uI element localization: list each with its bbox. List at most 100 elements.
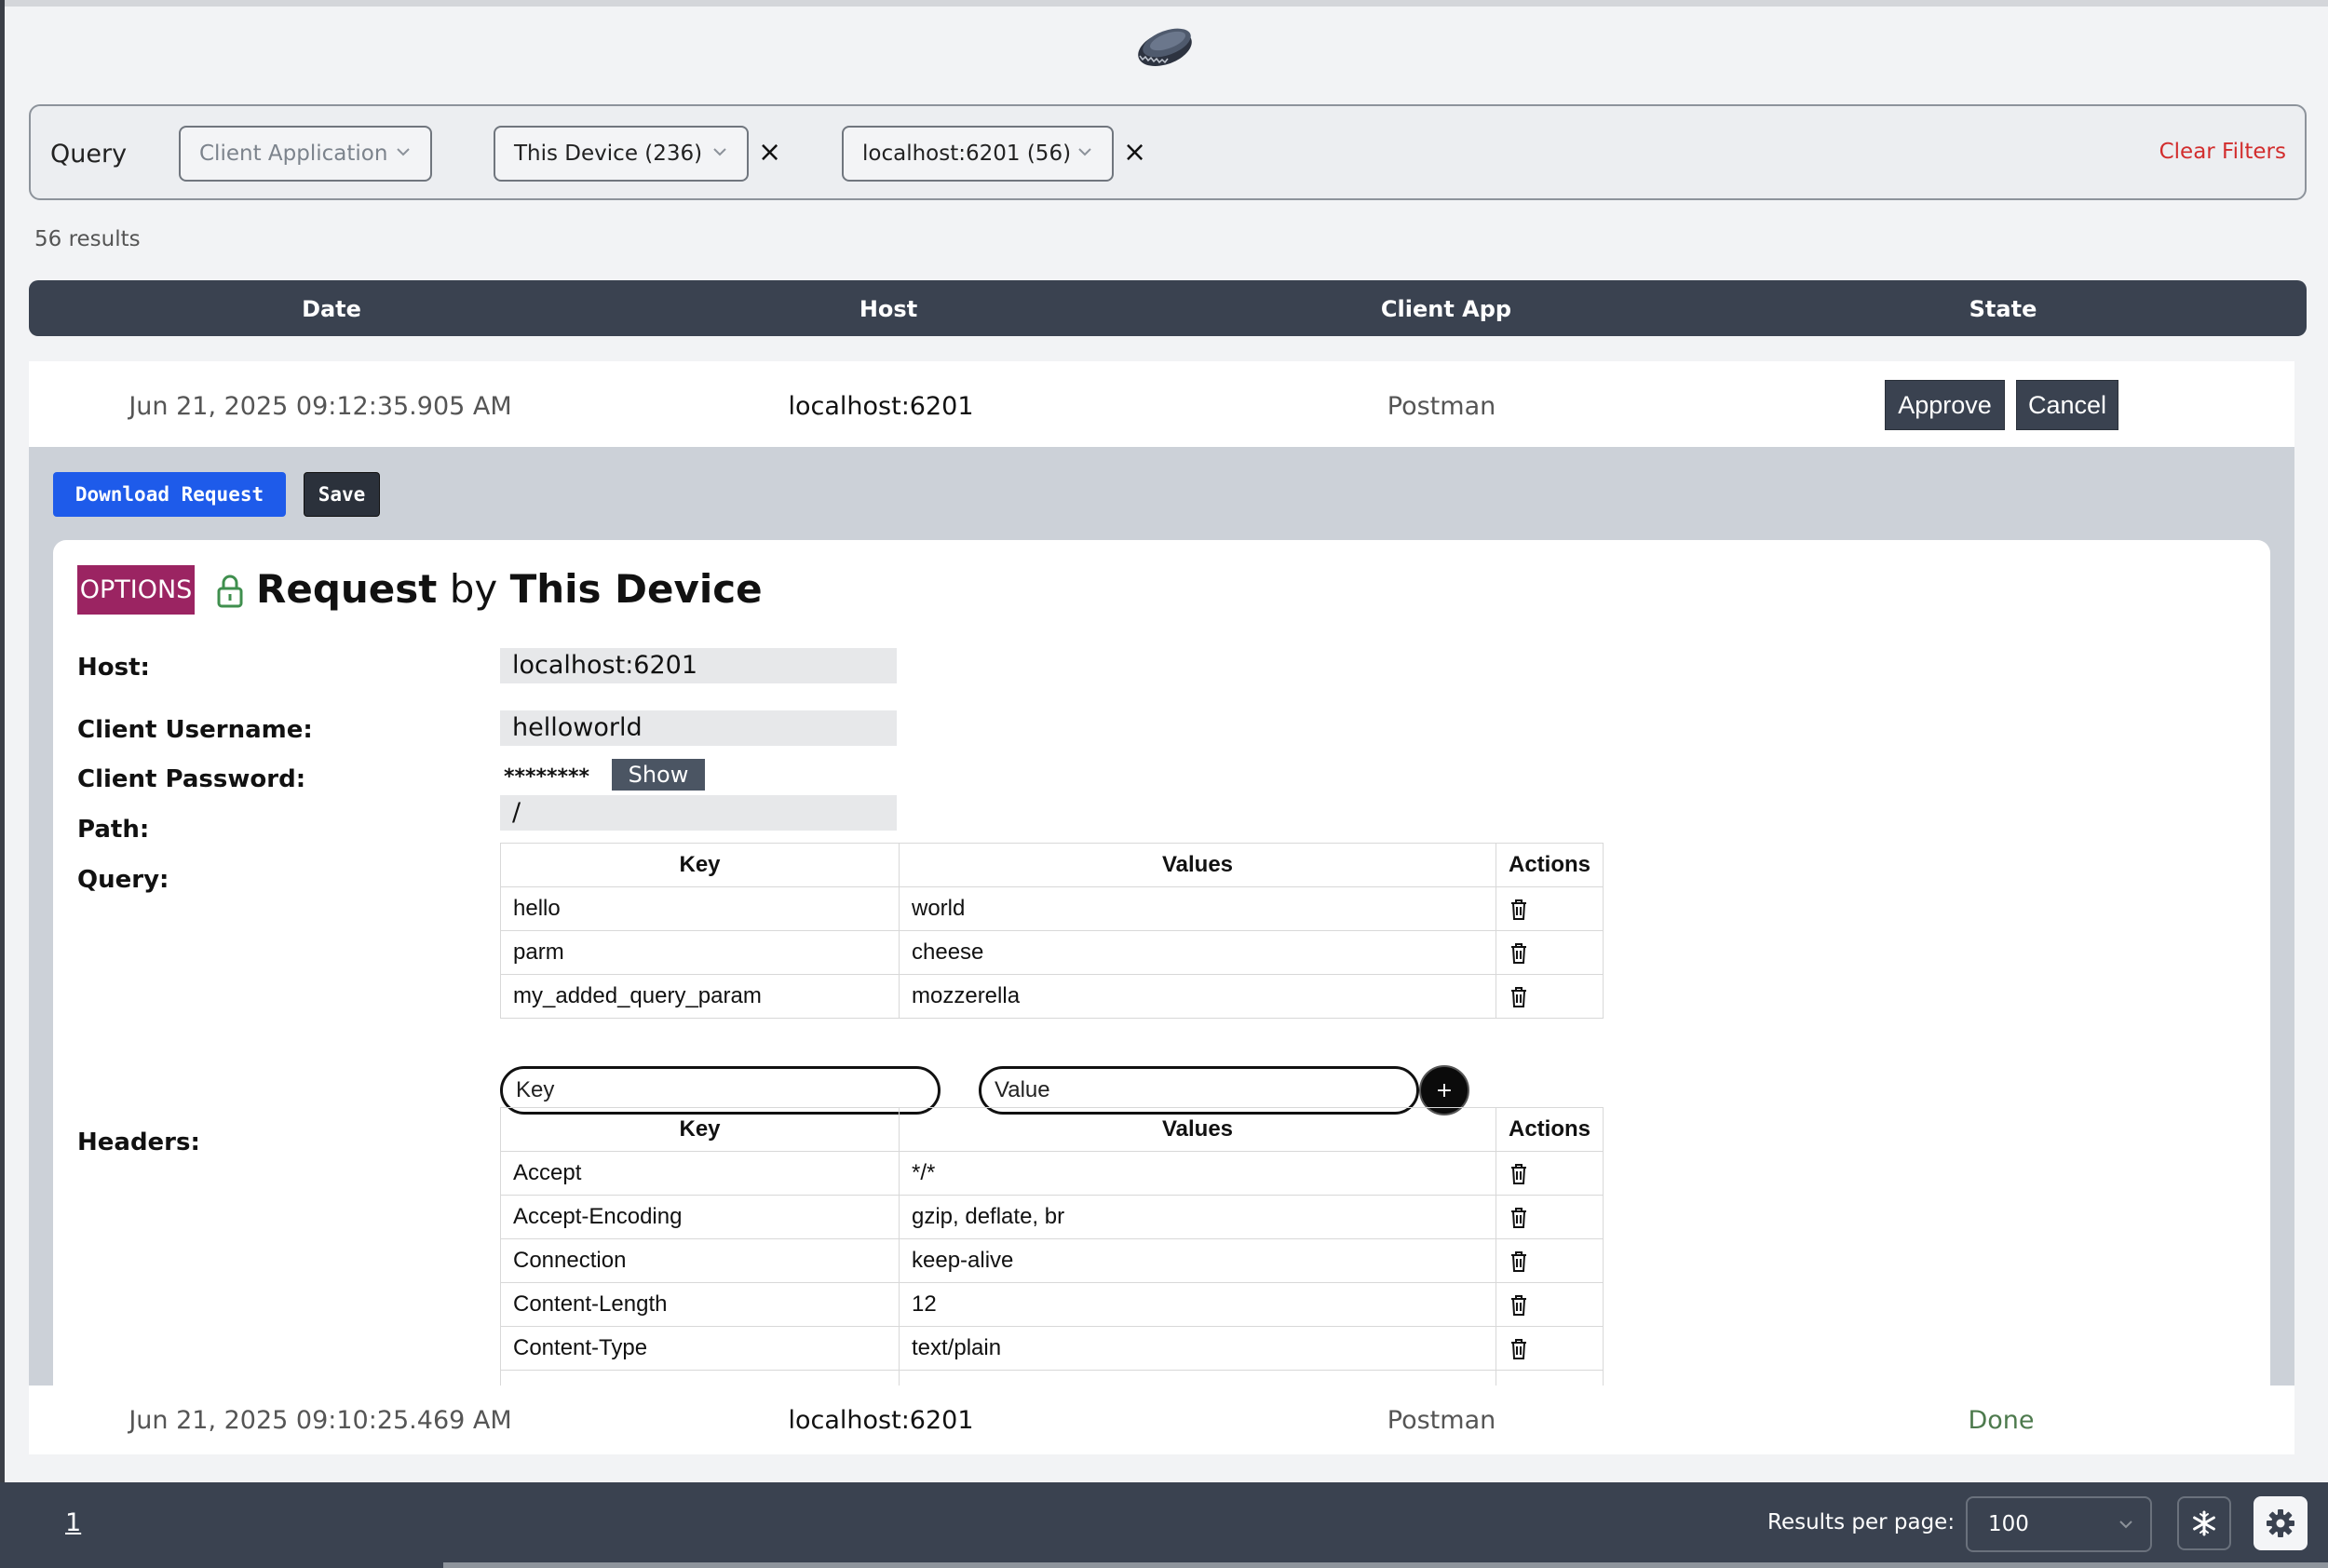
param-key[interactable]: parm [500,930,900,975]
pagination-footer: 1 Results per page: 100 [0,1482,2328,1568]
column-header-client-app[interactable]: Client App [1381,296,1511,322]
trash-icon[interactable] [1509,1338,1528,1360]
client-username-label: Client Username: [77,716,313,744]
headers-label: Headers: [77,1129,200,1156]
header-value[interactable]: */* [899,1151,1496,1196]
table-row: Content-Type text/plain [500,1326,1604,1371]
trash-icon[interactable] [1509,986,1528,1008]
row-actions [1496,1238,1604,1283]
results-per-page-value: 100 [1988,1512,2029,1536]
settings-button[interactable] [2254,1496,2308,1550]
header-value[interactable]: text/plain [899,1326,1496,1371]
save-button[interactable]: Save [304,472,380,517]
host-filter[interactable]: localhost:6201 (56) [842,126,1114,182]
table-row[interactable]: Jun 21, 2025 09:10:25.469 AM localhost:6… [29,1386,2294,1454]
client-username-field[interactable]: helloworld [500,710,897,746]
host-label: Host: [77,654,150,682]
row-state: Done [1968,1406,2035,1435]
freeze-button[interactable] [2177,1496,2231,1550]
param-value[interactable]: mozzerella [899,974,1496,1019]
clear-filters-link[interactable]: Clear Filters [2159,140,2286,164]
column-header-actions: Actions [1496,1107,1604,1152]
method-badge: OPTIONS [77,565,195,615]
request-title: Request by This Device [256,566,763,612]
request-title-by: by [449,566,498,612]
client-application-filter[interactable]: Client Application [179,126,432,182]
table-row-partial [500,1370,1604,1386]
lock-open-icon [217,574,243,608]
trash-icon[interactable] [1509,1250,1528,1273]
results-count: 56 results [34,227,141,251]
path-field[interactable]: / [500,795,897,831]
header-key[interactable]: Connection [500,1238,900,1283]
table-row[interactable]: Jun 21, 2025 09:12:35.905 AM localhost:6… [29,361,2294,447]
snowflake-icon [2193,1510,2215,1536]
trash-icon[interactable] [1509,1207,1528,1229]
column-header-key: Key [500,843,900,887]
approve-button[interactable]: Approve [1885,380,2005,430]
request-title-word: Request [256,566,438,612]
bottle-cap-icon [1138,28,1192,66]
table-row: parm cheese [500,930,1604,975]
row-actions [1496,886,1604,931]
window-left-edge [0,0,5,1568]
header-key[interactable]: Content-Length [500,1282,900,1327]
filter-label: This Device (236) [514,142,703,166]
chevron-down-icon [397,148,410,156]
row-date: Jun 21, 2025 09:12:35.905 AM [129,392,512,421]
chevron-down-icon [713,148,726,156]
row-host: localhost:6201 [788,1406,974,1435]
table-header-row: Key Values Actions [500,1107,1604,1152]
request-title-device: This Device [509,566,763,612]
page-link[interactable]: 1 [65,1508,81,1537]
param-value[interactable]: cheese [899,930,1496,975]
results-per-page-select[interactable]: 100 [1966,1496,2152,1552]
column-header-actions: Actions [1496,843,1604,887]
table-header-row: Key Values Actions [500,843,1604,887]
table-row: Connection keep-alive [500,1238,1604,1283]
trash-icon[interactable] [1509,1163,1528,1185]
table-row: my_added_query_param mozzerella [500,974,1604,1019]
results-table-header: Date Host Client App State [29,280,2307,336]
table-row: Accept */* [500,1151,1604,1196]
row-host: localhost:6201 [788,392,974,421]
filter-label: Client Application [199,142,388,166]
trash-icon[interactable] [1509,899,1528,921]
horizontal-scrollbar[interactable] [443,1562,2328,1568]
show-password-button[interactable]: Show [612,759,705,791]
column-header-state[interactable]: State [1969,296,2037,322]
window-top-edge [0,0,2328,7]
header-key[interactable] [500,1370,900,1386]
header-key[interactable]: Content-Type [500,1326,900,1371]
row-actions [1496,1151,1604,1196]
filter-label: localhost:6201 (56) [862,142,1072,166]
param-key[interactable]: my_added_query_param [500,974,900,1019]
results-per-page-label: Results per page: [1767,1510,1956,1534]
query-params-table: Key Values Actions hello world parm chee… [500,843,1604,1019]
header-value[interactable]: 12 [899,1282,1496,1327]
column-header-host[interactable]: Host [859,296,917,322]
param-key[interactable]: hello [500,886,900,931]
header-key[interactable]: Accept [500,1151,900,1196]
remove-device-filter-button[interactable]: × [758,139,781,167]
header-value[interactable]: keep-alive [899,1238,1496,1283]
download-request-button[interactable]: Download Request [53,472,286,517]
header-key[interactable]: Accept-Encoding [500,1195,900,1239]
client-password-masked: ******** [504,765,590,789]
chevron-down-icon [2119,1521,2132,1529]
trash-icon[interactable] [1509,1294,1528,1317]
device-filter[interactable]: This Device (236) [494,126,749,182]
row-client-app: Postman [1387,392,1496,421]
column-header-date[interactable]: Date [302,296,361,322]
chevron-down-icon [1078,148,1091,156]
header-value[interactable]: gzip, deflate, br [899,1195,1496,1239]
cancel-button[interactable]: Cancel [2016,380,2118,430]
path-label: Path: [77,816,150,844]
header-value[interactable] [899,1370,1496,1386]
query-label: Query [50,140,128,169]
trash-icon[interactable] [1509,942,1528,965]
host-field[interactable]: localhost:6201 [500,648,897,683]
param-value[interactable]: world [899,886,1496,931]
column-header-values: Values [899,1107,1496,1152]
remove-host-filter-button[interactable]: × [1123,139,1146,167]
